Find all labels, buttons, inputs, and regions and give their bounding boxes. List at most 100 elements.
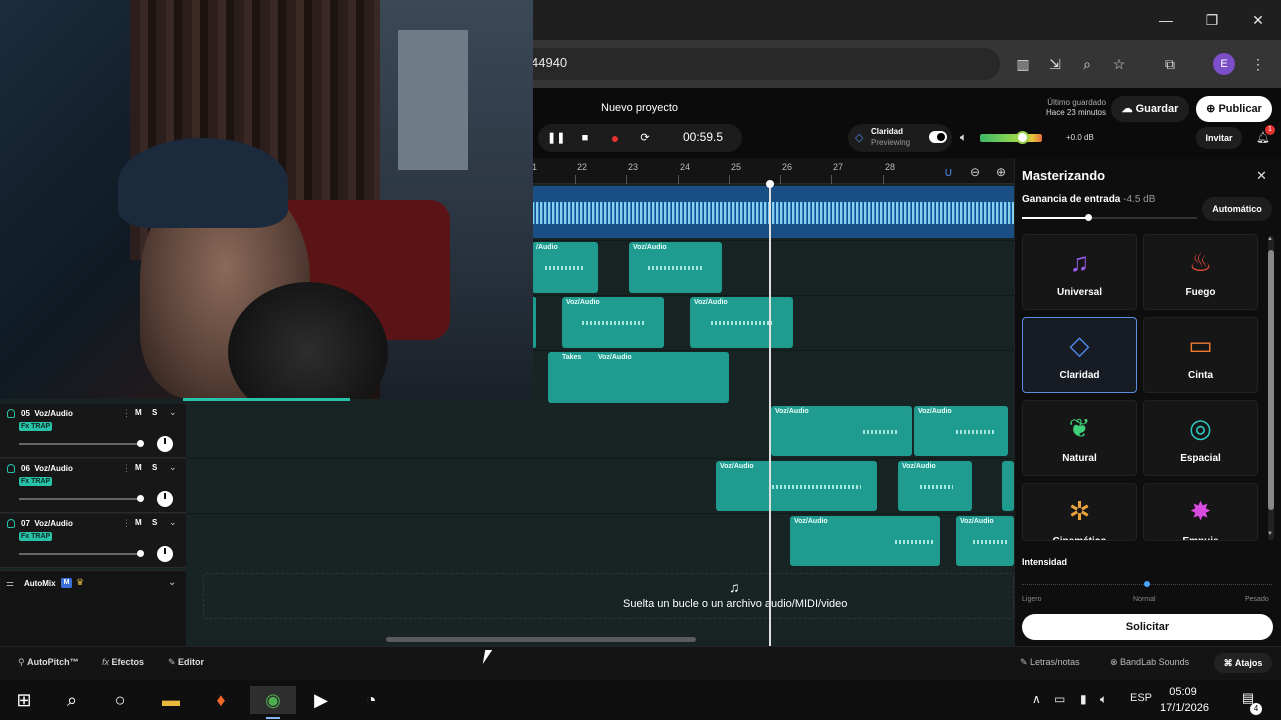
usb-icon[interactable]: ▮ (1080, 692, 1087, 706)
solo-button[interactable]: S (152, 408, 157, 417)
bookmark-star-icon[interactable]: ☆ (1109, 54, 1129, 74)
invite-button[interactable]: Invitar (1196, 127, 1242, 149)
chevron-down-icon[interactable]: ⌄ (169, 462, 177, 473)
mute-button[interactable]: M (135, 408, 142, 417)
volume-icon[interactable]: 🔈︎ (1100, 692, 1107, 707)
preset-espacial[interactable]: ◎ Espacial (1143, 400, 1258, 476)
close-window-button[interactable]: ✕ (1248, 10, 1268, 30)
shortcuts-button[interactable]: ⌘ Atajos (1214, 653, 1272, 673)
preset-universal[interactable]: ♫ Universal (1022, 234, 1137, 310)
pan-knob[interactable] (157, 491, 173, 507)
track-name[interactable]: 06 Voz/Audio (21, 464, 73, 473)
track-menu-icon[interactable]: ⋮ (122, 518, 131, 529)
solo-button[interactable]: S (152, 463, 157, 472)
install-app-icon[interactable]: ⇲ (1045, 54, 1065, 74)
chrome-icon[interactable]: ◉ (250, 686, 296, 714)
playhead-handle[interactable] (766, 180, 774, 188)
device-icon[interactable]: ▭ (1054, 692, 1065, 706)
track-header[interactable]: 06 Voz/Audio Fx TRAP ⋮ M S ⌄ (0, 459, 186, 513)
apply-button[interactable]: Solicitar (1022, 614, 1273, 640)
track-name[interactable]: 07 Voz/Audio (21, 519, 73, 528)
scroll-up-icon[interactable]: ▲ (1267, 236, 1273, 242)
track-header[interactable]: 07 Voz/Audio Fx TRAP ⋮ M S ⌄ (0, 514, 186, 568)
takes-clip[interactable]: Takes Voz/Audio (548, 352, 729, 403)
audio-clip[interactable]: Voz/Audio (914, 406, 1008, 456)
speaker-icon[interactable]: 🔈︎ (960, 130, 967, 145)
search-icon[interactable]: ⌕ (58, 686, 86, 714)
panel-scrollbar-thumb[interactable] (1268, 250, 1274, 510)
pan-knob[interactable] (157, 546, 173, 562)
autopitch-button[interactable]: ⚲ AutoPitch™ (18, 657, 79, 668)
playhead[interactable] (769, 184, 771, 646)
brave-browser-icon[interactable]: ♦ (207, 686, 235, 714)
chevron-down-icon[interactable]: ⌄ (169, 407, 177, 418)
preset-cinematico[interactable]: ✲ Cinemático (1022, 483, 1137, 541)
file-explorer-icon[interactable]: ▬ (157, 686, 185, 714)
track-name[interactable]: 05 Voz/Audio (21, 409, 73, 418)
preset-natural[interactable]: ❦ Natural (1022, 400, 1137, 476)
pause-button[interactable]: ❚❚ (547, 130, 565, 146)
zoom-in-icon[interactable]: ⊕ (996, 165, 1006, 179)
loop-button[interactable]: ⟳ (637, 130, 653, 146)
mute-button[interactable]: M (135, 518, 142, 527)
project-name[interactable]: Nuevo proyecto (601, 102, 678, 114)
publish-button[interactable]: ⊕ Publicar (1196, 96, 1272, 122)
lyrics-button[interactable]: ✎ Letras/notas (1020, 657, 1080, 668)
automatic-button[interactable]: Automático (1202, 197, 1272, 221)
task-view-icon[interactable]: ○ (106, 686, 134, 714)
scroll-down-icon[interactable]: ▼ (1267, 531, 1273, 537)
bandlab-sounds-button[interactable]: ⊗ BandLab Sounds (1110, 657, 1189, 668)
master-volume-meter[interactable] (980, 134, 1042, 142)
hidden-icons-chevron-icon[interactable]: ∧ (1032, 692, 1041, 706)
audio-clip[interactable]: Voz/Audio (562, 297, 664, 348)
horizontal-scrollbar[interactable] (386, 637, 696, 642)
close-icon[interactable]: ✕ (1256, 168, 1267, 184)
intensity-handle[interactable] (1144, 581, 1150, 587)
preset-claridad[interactable]: ◇ Claridad (1022, 317, 1137, 393)
timeline-ruler[interactable] (532, 158, 1014, 184)
system-clock[interactable]: 05:09 17/1/2026 (1160, 684, 1209, 716)
profile-avatar[interactable]: E (1213, 53, 1235, 75)
effects-button[interactable]: fx Efectos (102, 657, 144, 667)
pan-knob[interactable] (157, 436, 173, 452)
windows-start-icon[interactable]: ⊞ (10, 686, 38, 714)
reading-mode-icon[interactable]: ▥ (1013, 54, 1033, 74)
zoom-icon[interactable]: ⌕ (1077, 54, 1097, 74)
track-volume-slider[interactable] (19, 498, 139, 500)
drop-zone[interactable] (203, 573, 1014, 619)
audio-clip[interactable]: Voz/Audio (956, 516, 1014, 566)
solo-button[interactable]: S (152, 518, 157, 527)
audio-clip[interactable]: Voz/Audio (690, 297, 793, 348)
record-button[interactable]: ● (607, 130, 623, 146)
audio-clip-blue[interactable] (532, 186, 1014, 238)
address-bar-url[interactable]: 44940 (531, 55, 567, 70)
track-header[interactable]: 05 Voz/Audio Fx TRAP ⋮ M S ⌄ (0, 404, 186, 458)
chevron-down-icon[interactable]: ⌄ (168, 577, 176, 588)
track-menu-icon[interactable]: ⋮ (122, 408, 131, 419)
track-volume-slider[interactable] (19, 553, 139, 555)
audio-clip[interactable]: Voz/Audio (771, 406, 912, 456)
stop-button[interactable]: ■ (577, 130, 593, 146)
save-button[interactable]: ☁ Guardar (1111, 96, 1189, 122)
track-volume-slider[interactable] (19, 443, 139, 445)
preset-fuego[interactable]: ♨ Fuego (1143, 234, 1258, 310)
media-player-icon[interactable]: ▶ (307, 686, 335, 714)
track-volume-handle[interactable] (137, 550, 144, 557)
fx-badge[interactable]: Fx TRAP (19, 422, 53, 431)
mute-button[interactable]: M (135, 463, 142, 472)
audio-clip[interactable]: Voz/Audio (629, 242, 722, 293)
language-indicator[interactable]: ESP (1130, 692, 1152, 704)
preset-cinta[interactable]: ▭ Cinta (1143, 317, 1258, 393)
editor-button[interactable]: ✎ Editor (168, 657, 204, 668)
chevron-down-icon[interactable]: ⌄ (169, 517, 177, 528)
input-gain-handle[interactable] (1085, 214, 1092, 221)
track-volume-handle[interactable] (137, 440, 144, 447)
recording-app-icon[interactable]: ◔ (357, 686, 385, 714)
track-menu-icon[interactable]: ⋮ (122, 463, 131, 474)
mastering-toggle-switch[interactable] (929, 131, 947, 143)
audio-clip[interactable]: Voz/Audio (716, 461, 877, 511)
track-volume-handle[interactable] (137, 495, 144, 502)
audio-clip[interactable]: /Audio (532, 242, 598, 293)
extensions-icon[interactable]: ⧉ (1160, 54, 1180, 74)
fx-badge[interactable]: Fx TRAP (19, 477, 53, 486)
